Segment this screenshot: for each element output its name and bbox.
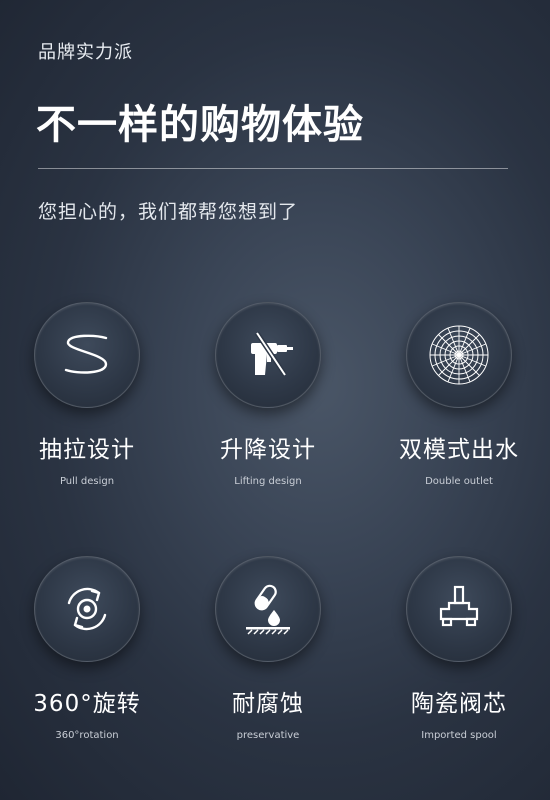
s-curve-icon — [64, 334, 108, 374]
shower-head-icon — [429, 325, 489, 385]
feature-sub: Double outlet — [425, 476, 493, 487]
feature-sub: Imported spool — [421, 730, 497, 741]
spray-gun-icon — [251, 331, 293, 377]
feature-icon-circle — [215, 302, 321, 408]
page-title: 不一样的购物体验 — [36, 102, 364, 148]
feature-sub: preservative — [236, 730, 300, 741]
feature-name: 耐腐蚀 — [232, 691, 304, 717]
feature-name: 升降设计 — [220, 437, 316, 463]
feature-name: 360°旋转 — [33, 691, 141, 717]
feature-icon-circle — [34, 556, 140, 662]
feature-name: 陶瓷阀芯 — [411, 691, 507, 717]
page-subtitle: 您担心的，我们都帮您想到了 — [38, 201, 299, 223]
feature-icon-circle — [34, 302, 140, 408]
feature-pull-design: 抽拉设计 Pull design — [0, 302, 177, 487]
valve-core-icon — [439, 585, 479, 627]
feature-preservative: 耐腐蚀 preservative — [178, 556, 358, 741]
feature-sub: 360°rotation — [55, 730, 119, 741]
feature-name: 抽拉设计 — [39, 437, 135, 463]
feature-lifting-design: 升降设计 Lifting design — [178, 302, 358, 487]
feature-sub: Pull design — [59, 476, 115, 487]
brand-label: 品牌实力派 — [38, 42, 133, 63]
feature-sub: Lifting design — [234, 476, 302, 487]
feature-imported-spool: 陶瓷阀芯 Imported spool — [369, 556, 549, 741]
feature-rotation: 360°旋转 360°rotation — [0, 556, 177, 741]
divider — [38, 168, 508, 169]
feature-double-outlet: 双模式出水 Double outlet — [369, 302, 549, 487]
feature-icon-circle — [215, 556, 321, 662]
feature-icon-circle — [406, 302, 512, 408]
feature-name: 双模式出水 — [399, 437, 519, 463]
corrosion-resistant-icon — [246, 584, 290, 635]
feature-icon-circle — [406, 556, 512, 662]
rotation-icon — [67, 587, 107, 631]
